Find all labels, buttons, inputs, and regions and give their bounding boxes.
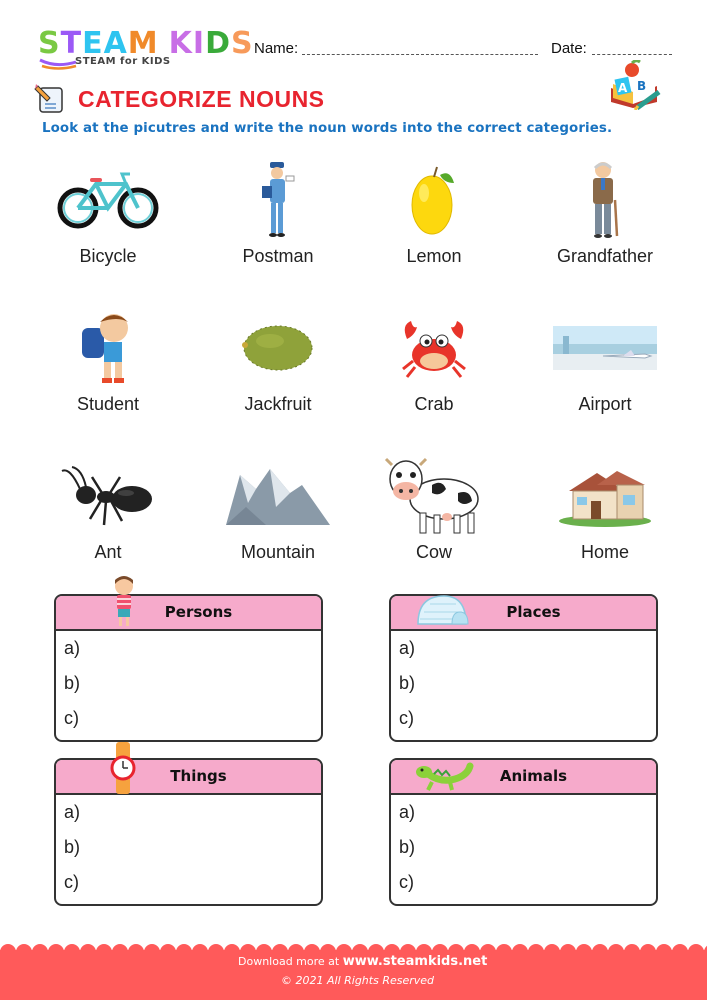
category-title: Things bbox=[170, 767, 227, 785]
abc-book-icon: A B bbox=[611, 60, 661, 110]
picture-label: Cow bbox=[415, 542, 452, 562]
answer-line-c[interactable]: c) bbox=[64, 701, 321, 736]
category-box-things: Things a) b) c) bbox=[54, 758, 323, 906]
picture-item: Ant bbox=[33, 456, 183, 563]
airport-icon bbox=[530, 308, 680, 388]
picture-item: Home bbox=[530, 456, 680, 563]
category-box-persons: Persons a) b) c) bbox=[54, 594, 323, 742]
footer-download-line: Download more at www.steamkids.net bbox=[238, 954, 487, 969]
answer-line-c[interactable]: c) bbox=[64, 865, 321, 900]
logo-letter: I bbox=[192, 26, 206, 61]
logo-subtitle: STEAM for KIDS bbox=[75, 56, 171, 67]
picture-item: Mountain bbox=[203, 456, 353, 563]
logo-letter: D bbox=[205, 26, 231, 61]
student-icon bbox=[33, 308, 183, 388]
answer-line-b[interactable]: b) bbox=[399, 666, 656, 701]
postman-icon bbox=[203, 160, 353, 240]
jackfruit-icon bbox=[203, 308, 353, 388]
logo-swoosh-icon bbox=[39, 58, 77, 70]
picture-item: Postman bbox=[203, 160, 353, 267]
answer-line-c[interactable]: c) bbox=[399, 701, 656, 736]
answer-line-a[interactable]: a) bbox=[64, 631, 321, 666]
picture-label: Home bbox=[580, 542, 629, 562]
picture-label: Airport bbox=[578, 394, 632, 414]
answer-line-b[interactable]: b) bbox=[399, 830, 656, 865]
picture-item: Lemon bbox=[359, 160, 509, 267]
watch-icon bbox=[110, 742, 136, 794]
picture-item: Crab bbox=[359, 308, 509, 415]
iguana-icon bbox=[416, 762, 474, 791]
lemon-icon bbox=[359, 160, 509, 240]
igloo-icon bbox=[417, 595, 469, 625]
answer-line-a[interactable]: a) bbox=[399, 795, 656, 830]
cow-icon bbox=[359, 456, 509, 536]
category-header: Things bbox=[56, 760, 321, 795]
picture-label: Ant bbox=[94, 542, 122, 562]
boy-icon bbox=[115, 576, 133, 626]
footer: Download more at www.steamkids.net © 202… bbox=[0, 950, 707, 1000]
home-icon bbox=[530, 456, 680, 536]
category-header: Persons bbox=[56, 596, 321, 631]
name-label: Name: bbox=[254, 40, 299, 57]
ant-icon bbox=[33, 456, 183, 536]
name-field[interactable] bbox=[302, 54, 538, 55]
picture-label: Mountain bbox=[240, 542, 316, 562]
picture-label: Jackfruit bbox=[244, 394, 312, 414]
logo-letter: S bbox=[38, 26, 61, 61]
picture-label: Postman bbox=[242, 246, 314, 266]
picture-label: Student bbox=[76, 394, 140, 414]
date-label: Date: bbox=[551, 40, 587, 57]
footer-copyright: © 2021 All Rights Reserved bbox=[281, 974, 435, 987]
svg-text:B: B bbox=[637, 79, 646, 93]
picture-item: Student bbox=[33, 308, 183, 415]
picture-label: Grandfather bbox=[556, 246, 654, 266]
mountain-icon bbox=[203, 456, 353, 536]
picture-label: Bicycle bbox=[79, 246, 137, 266]
picture-item: Jackfruit bbox=[203, 308, 353, 415]
footer-url-link[interactable]: www.steamkids.net bbox=[343, 954, 488, 969]
answer-line-b[interactable]: b) bbox=[64, 830, 321, 865]
answer-line-b[interactable]: b) bbox=[64, 666, 321, 701]
grandfather-icon bbox=[530, 160, 680, 240]
svg-text:A: A bbox=[618, 81, 628, 95]
category-title: Persons bbox=[164, 603, 233, 621]
picture-item: Airport bbox=[530, 308, 680, 415]
instructions: Look at the picutres and write the noun … bbox=[42, 121, 613, 136]
bicycle-icon bbox=[33, 160, 183, 240]
picture-item: Bicycle bbox=[33, 160, 183, 267]
logo-letter: K bbox=[168, 26, 193, 61]
footer-download-text: Download more at bbox=[238, 955, 340, 968]
answer-line-a[interactable]: a) bbox=[399, 631, 656, 666]
answer-line-c[interactable]: c) bbox=[399, 865, 656, 900]
picture-item: Cow bbox=[359, 456, 509, 563]
date-field[interactable] bbox=[592, 54, 672, 55]
picture-item: Grandfather bbox=[530, 160, 680, 267]
picture-label: Crab bbox=[414, 394, 454, 414]
logo-letter: S bbox=[230, 26, 254, 61]
page-title: CATEGORIZE NOUNS bbox=[78, 86, 325, 112]
worksheet-pencil-icon bbox=[34, 84, 63, 113]
picture-label: Lemon bbox=[406, 246, 462, 266]
answer-line-a[interactable]: a) bbox=[64, 795, 321, 830]
crab-icon bbox=[359, 308, 509, 388]
